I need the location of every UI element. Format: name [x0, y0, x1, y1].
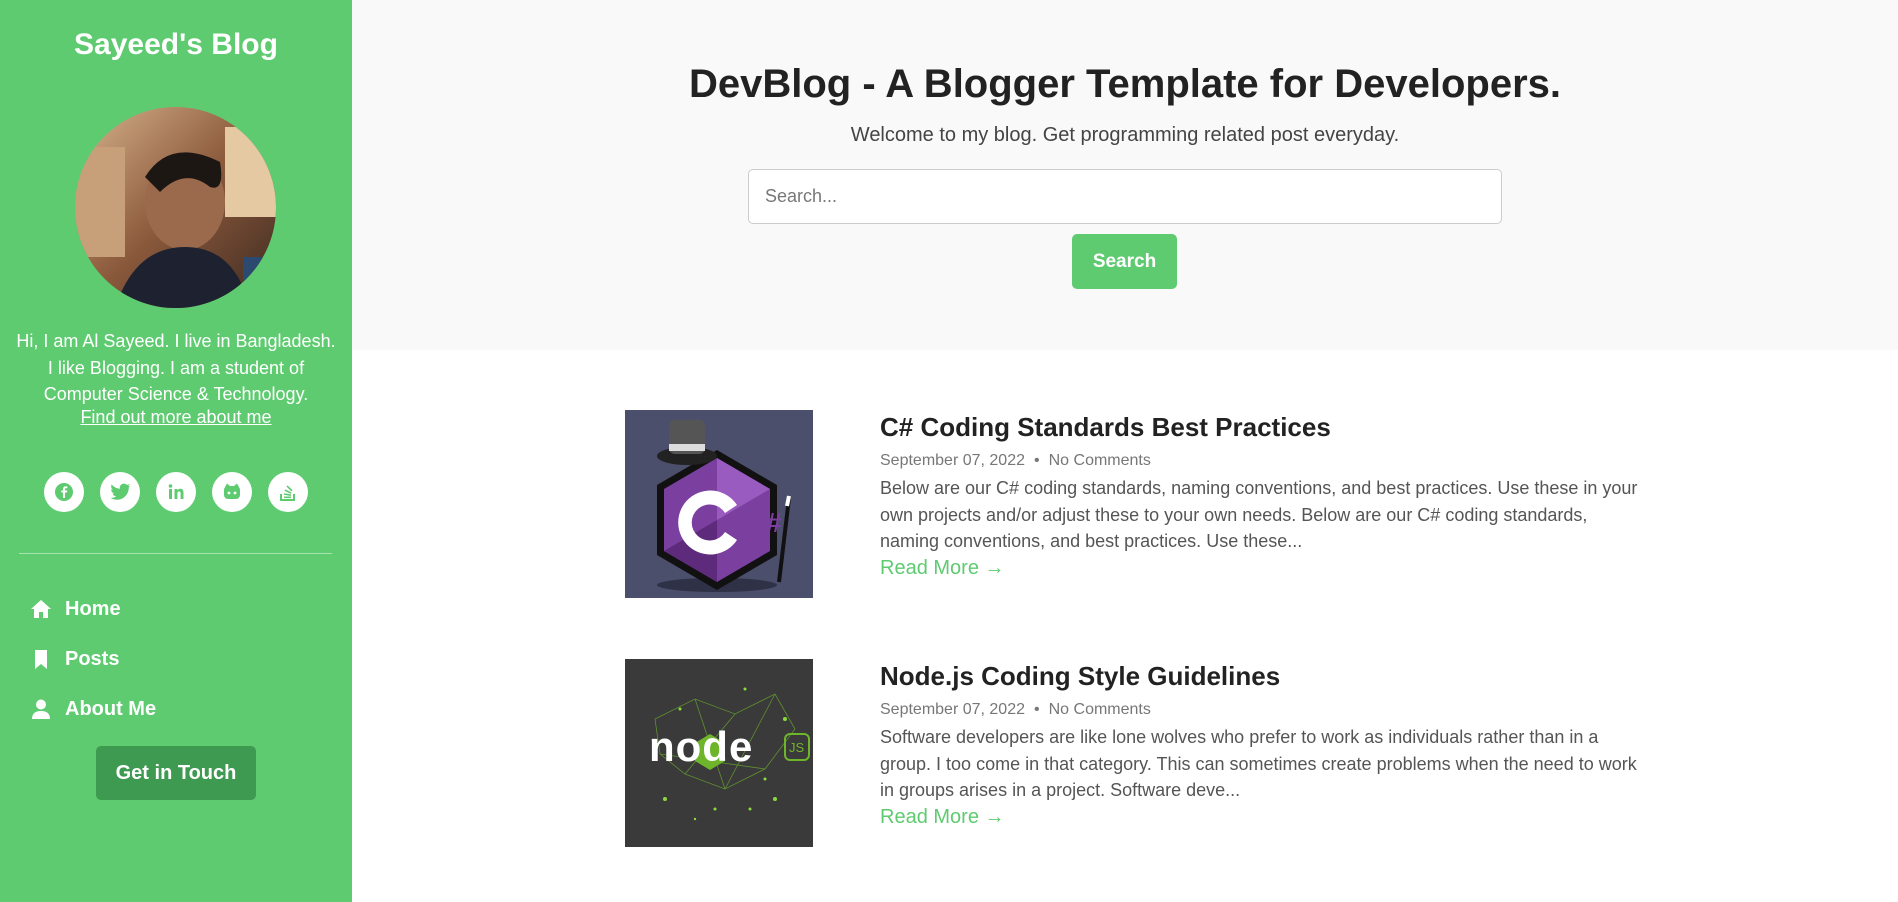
- post-excerpt: Below are our C# coding standards, namin…: [880, 478, 1638, 551]
- stackoverflow-icon[interactable]: [268, 472, 308, 512]
- meta-separator: •: [1034, 701, 1040, 718]
- meta-separator: •: [1034, 452, 1040, 469]
- site-title[interactable]: Sayeed's Blog: [0, 28, 352, 62]
- nav-label-posts: Posts: [65, 647, 120, 670]
- nav-item-about[interactable]: About Me: [30, 684, 156, 734]
- read-more-link[interactable]: Read More →: [880, 557, 1640, 580]
- home-icon: [31, 600, 51, 618]
- post-item: C# C# Coding Standards Best Practices Se…: [625, 410, 1637, 600]
- post-thumbnail-nodejs[interactable]: node JS: [625, 659, 813, 847]
- csharp-logo-text: C#: [746, 507, 782, 538]
- page-title: DevBlog - A Blogger Template for Develop…: [688, 62, 1561, 106]
- post-body: Node.js Coding Style Guidelines Septembe…: [880, 659, 1640, 829]
- post-item: node JS Node.js Coding Style Guidelines …: [625, 659, 1637, 849]
- page-header: DevBlog - A Blogger Template for Develop…: [352, 0, 1898, 350]
- post-comments[interactable]: No Comments: [1049, 701, 1151, 718]
- bookmark-icon: [35, 650, 47, 669]
- post-comments[interactable]: No Comments: [1049, 452, 1151, 469]
- nav-label-about: About Me: [65, 697, 157, 720]
- post-title[interactable]: Node.js Coding Style Guidelines: [880, 661, 1640, 692]
- sidebar: Sayeed's Blog Hi, I am Al Sayeed. I live…: [0, 0, 352, 902]
- twitter-icon[interactable]: [100, 472, 140, 512]
- nodejs-js-badge: JS: [789, 740, 805, 755]
- sidebar-nav: Home Posts About Me: [30, 584, 156, 734]
- post-title[interactable]: C# Coding Standards Best Practices: [880, 412, 1640, 443]
- about-link[interactable]: Find out more about me: [0, 407, 352, 428]
- github-icon[interactable]: [212, 472, 252, 512]
- post-excerpt: Software developers are like lone wolves…: [880, 727, 1637, 800]
- user-icon: [32, 699, 50, 719]
- linkedin-icon[interactable]: [156, 472, 196, 512]
- bio-text: Hi, I am Al Sayeed. I live in Bangladesh…: [16, 331, 336, 404]
- search-button[interactable]: Search: [1072, 234, 1177, 289]
- nodejs-logo-text: node: [649, 723, 754, 770]
- nav-item-posts[interactable]: Posts: [30, 634, 156, 684]
- facebook-icon[interactable]: [44, 472, 84, 512]
- avatar: [75, 107, 276, 308]
- post-meta: September 07, 2022 • No Comments: [880, 701, 1640, 719]
- read-more-link[interactable]: Read More →: [880, 806, 1640, 829]
- search-input[interactable]: [748, 169, 1502, 224]
- nav-item-home[interactable]: Home: [30, 584, 156, 634]
- sidebar-divider: [19, 553, 332, 554]
- post-date: September 07, 2022: [880, 701, 1025, 718]
- post-meta: September 07, 2022 • No Comments: [880, 452, 1640, 470]
- post-date: September 07, 2022: [880, 452, 1025, 469]
- page-subtitle: Welcome to my blog. Get programming rela…: [850, 124, 1400, 146]
- post-body: C# Coding Standards Best Practices Septe…: [880, 410, 1640, 580]
- post-thumbnail-csharp[interactable]: C#: [625, 410, 813, 598]
- social-links: [0, 472, 352, 512]
- nav-label-home: Home: [65, 597, 121, 620]
- get-in-touch-button[interactable]: Get in Touch: [96, 746, 256, 800]
